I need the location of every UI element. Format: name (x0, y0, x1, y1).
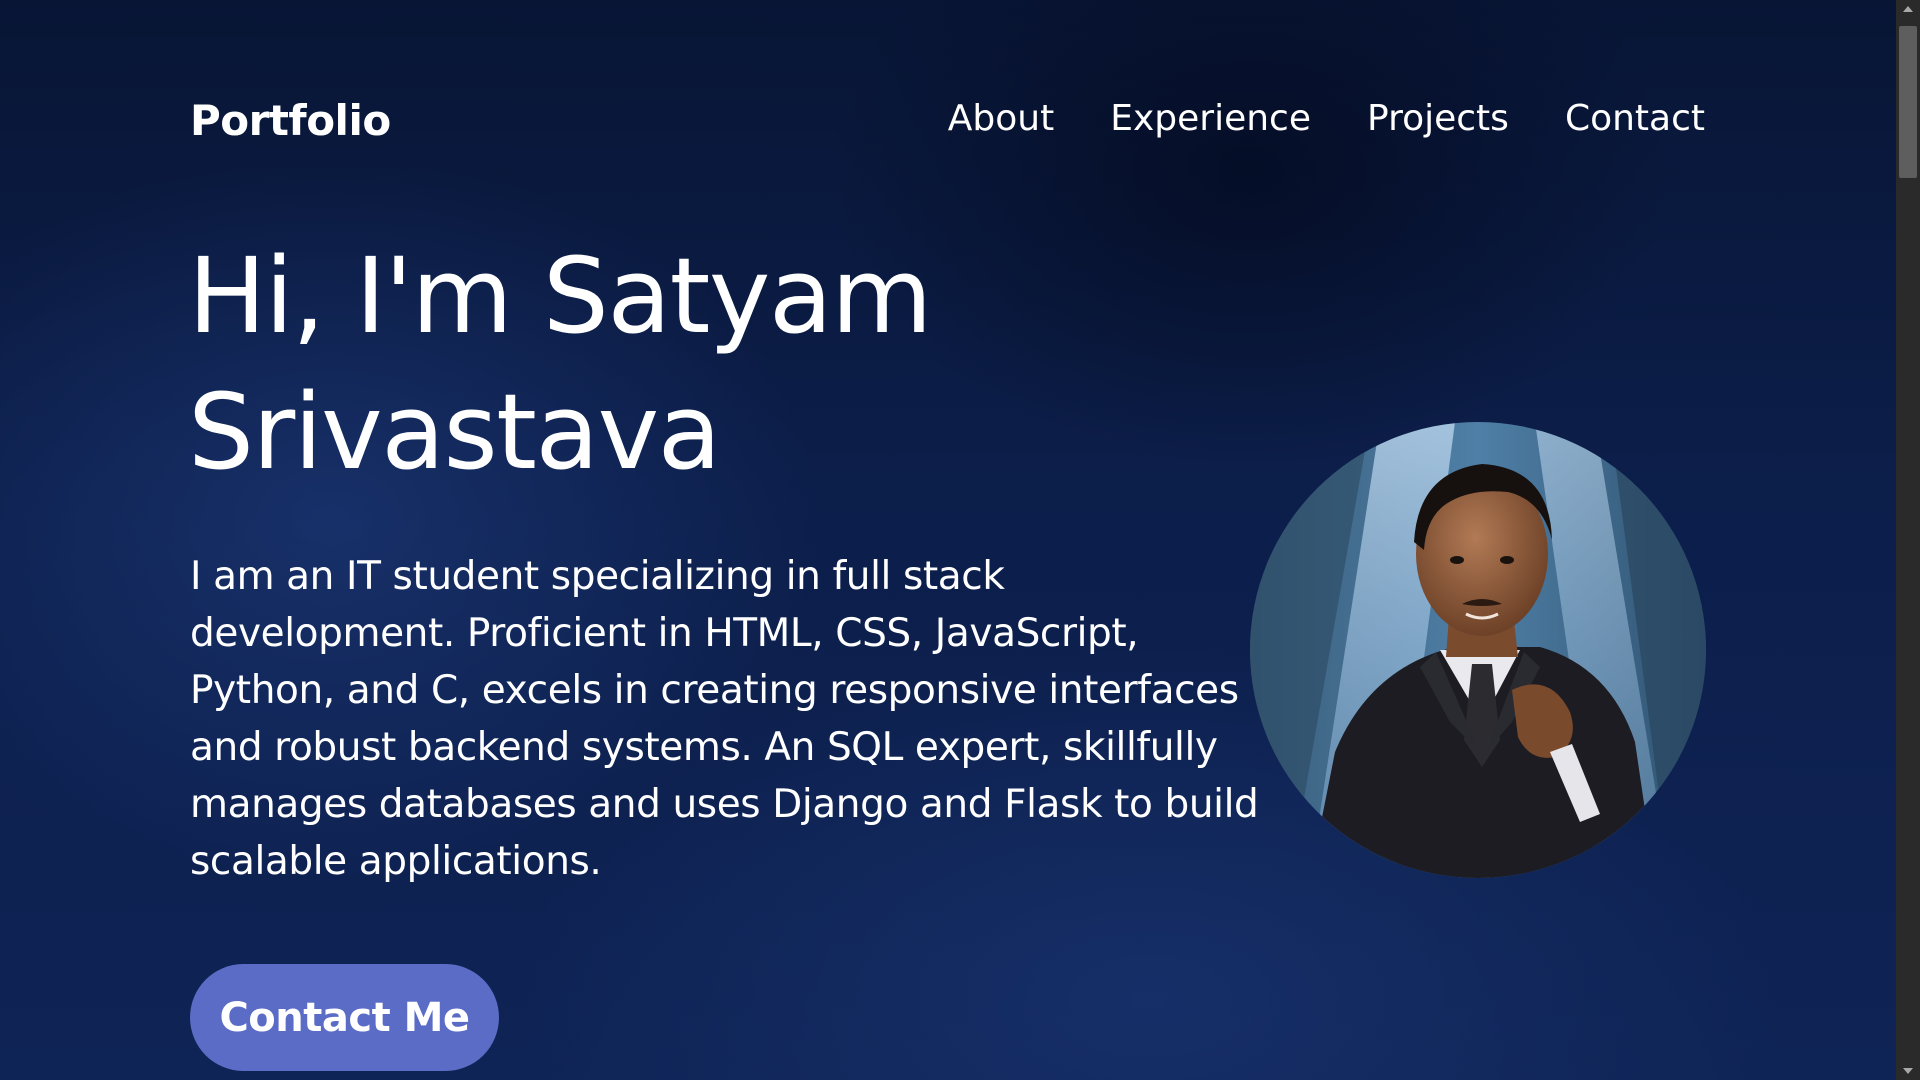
hero-title-line-2: Srivastava (188, 371, 721, 493)
hero-description: I am an IT student specializing in full … (190, 554, 1259, 884)
nav-projects-link[interactable]: Projects (1367, 98, 1509, 139)
scroll-down-icon[interactable] (1896, 1062, 1920, 1080)
vertical-scrollbar[interactable] (1896, 0, 1920, 1080)
contact-me-button[interactable]: Contact Me (190, 964, 499, 1071)
nav-experience-link[interactable]: Experience (1110, 98, 1311, 139)
nav-contact-link[interactable]: Contact (1565, 98, 1705, 139)
profile-photo (1250, 422, 1706, 878)
hero-title: Hi, I'm Satyam Srivastava (188, 228, 1188, 500)
profile-photo-illustration (1250, 422, 1706, 878)
portfolio-page: Portfolio About Experience Projects Cont… (0, 0, 1896, 1080)
hero-title-line-1: Hi, I'm Satyam (188, 235, 932, 357)
main-nav: About Experience Projects Contact (0, 98, 1705, 139)
scroll-up-icon[interactable] (1896, 0, 1920, 18)
nav-about-link[interactable]: About (948, 98, 1054, 139)
scrollbar-thumb[interactable] (1899, 26, 1917, 178)
